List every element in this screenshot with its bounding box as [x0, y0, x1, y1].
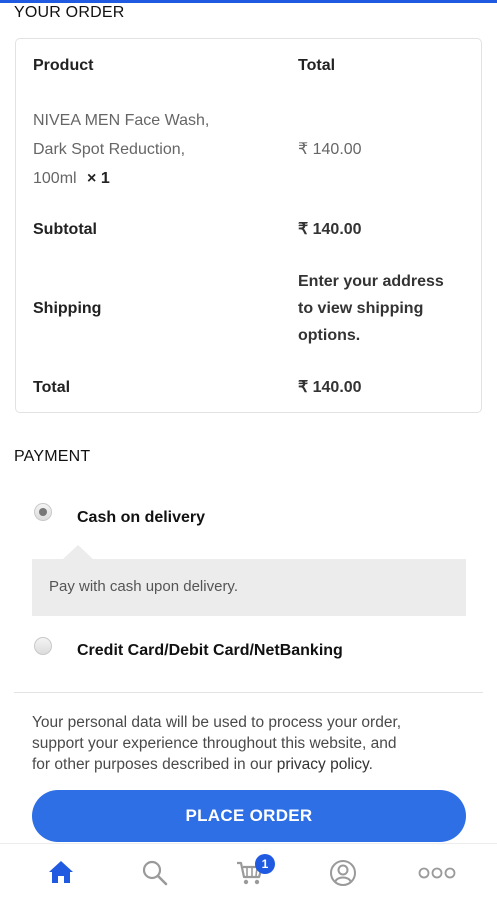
privacy-policy-link[interactable]: privacy policy — [277, 756, 369, 773]
privacy-line3-suffix: . — [368, 756, 373, 773]
cod-description-text: Pay with cash upon delivery. — [49, 578, 238, 595]
card-option-label[interactable]: Credit Card/Debit Card/NetBanking — [77, 642, 343, 660]
description-pointer — [62, 545, 94, 560]
order-item-quantity: × 1 — [87, 170, 110, 187]
total-label: Total — [33, 379, 71, 396]
more-icon — [418, 867, 456, 879]
order-item-total: ₹ 140.00 — [298, 141, 362, 158]
total-value: ₹ 140.00 — [298, 379, 362, 396]
privacy-line2: support your experience throughout this … — [32, 735, 397, 752]
nav-account[interactable] — [313, 844, 373, 901]
cod-radio[interactable] — [34, 503, 52, 521]
subtotal-value: ₹ 140.00 — [298, 221, 362, 238]
shipping-note-line2: to view shipping — [298, 300, 424, 317]
section-divider — [14, 692, 483, 693]
search-icon — [142, 860, 168, 886]
product-column-header: Product — [33, 57, 94, 74]
order-item-size: 100ml — [33, 170, 77, 187]
order-item-name-line3: 100ml × 1 — [33, 164, 110, 193]
top-accent-bar — [0, 0, 497, 3]
card-radio[interactable] — [34, 637, 52, 655]
order-section-title: YOUR ORDER — [14, 4, 125, 21]
privacy-line1: Your personal data will be used to proce… — [32, 714, 402, 731]
nav-search[interactable] — [125, 844, 185, 901]
privacy-line3-prefix: for other purposes described in our — [32, 756, 277, 773]
order-summary-table: Product Total NIVEA MEN Face Wash, Dark … — [15, 38, 482, 413]
payment-section-title: PAYMENT — [14, 448, 91, 465]
privacy-notice: Your personal data will be used to proce… — [32, 712, 472, 775]
subtotal-label: Subtotal — [33, 221, 97, 238]
nav-home[interactable] — [31, 844, 91, 901]
shipping-label: Shipping — [33, 300, 102, 317]
bottom-navigation: 1 — [0, 843, 497, 901]
shipping-note-line3: options. — [298, 327, 361, 344]
total-column-header: Total — [298, 57, 336, 74]
shipping-note-line1: Enter your address — [298, 273, 444, 290]
cart-count-badge: 1 — [255, 854, 275, 874]
home-icon — [49, 861, 73, 883]
place-order-button[interactable]: PLACE ORDER — [32, 790, 466, 842]
order-item-name-line2: Dark Spot Reduction, — [33, 141, 186, 158]
nav-cart[interactable]: 1 — [219, 844, 279, 901]
nav-more[interactable] — [407, 844, 467, 901]
cod-option-label[interactable]: Cash on delivery — [77, 509, 205, 527]
account-icon — [330, 860, 356, 886]
order-item-name-line1: NIVEA MEN Face Wash, — [33, 112, 210, 129]
privacy-line3: for other purposes described in our priv… — [32, 754, 472, 775]
